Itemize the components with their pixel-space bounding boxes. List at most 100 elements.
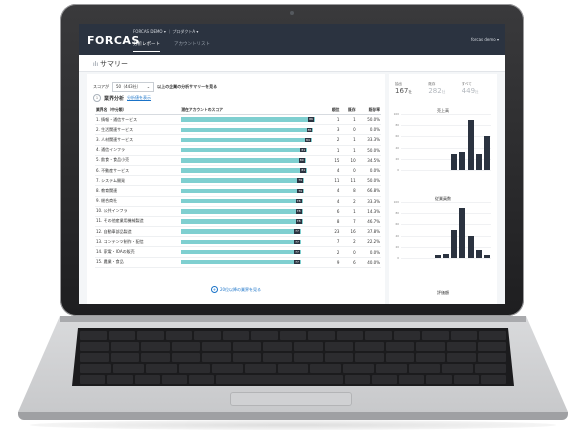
keyboard-key[interactable] <box>399 375 425 384</box>
chart-bar[interactable] <box>459 207 466 258</box>
keyboard-key[interactable] <box>232 342 262 351</box>
keyboard-key[interactable] <box>145 364 177 373</box>
table-row[interactable]: 2. 生活関連サービス 85 3 0 0.0% <box>95 124 381 136</box>
show-values-link[interactable]: 分析値を表示 <box>127 95 151 101</box>
table-row[interactable]: 14. 家電・IOAの販売 77 2 0 0.0% <box>95 246 381 258</box>
keyboard-key[interactable] <box>355 342 384 351</box>
keyboard-key[interactable] <box>202 353 231 362</box>
keyboard-key[interactable] <box>80 342 109 351</box>
keyboard-key[interactable] <box>371 375 397 384</box>
keyboard-key[interactable] <box>422 331 449 340</box>
keyboard-key[interactable] <box>453 375 479 384</box>
chart-bar[interactable] <box>451 230 458 258</box>
keyboard-key[interactable] <box>393 331 421 340</box>
table-row[interactable]: 15. 農業・食品 77 9 6 40.0% <box>95 257 381 268</box>
chart-bar[interactable] <box>443 253 449 258</box>
keyboard-key[interactable] <box>450 331 478 340</box>
app-logo[interactable]: FORCAS <box>87 34 140 47</box>
keyboard-key[interactable] <box>416 353 445 362</box>
chart-bar[interactable] <box>475 249 482 258</box>
keyboard-key[interactable] <box>141 342 170 351</box>
keyboard-key[interactable] <box>216 375 343 384</box>
keyboard-key[interactable] <box>409 364 441 373</box>
chart-bar[interactable] <box>451 154 458 170</box>
keyboard-key[interactable] <box>355 353 384 362</box>
tab-account-list[interactable]: アカウントリスト <box>174 41 210 52</box>
keyboard-key[interactable] <box>165 331 193 340</box>
keyboard-key[interactable] <box>108 331 136 340</box>
table-row[interactable]: 4. 通信インフラ 81 1 1 50.0% <box>95 145 381 156</box>
keyboard-key[interactable] <box>480 375 506 384</box>
keyboard-key[interactable] <box>189 375 215 384</box>
tab-analysis-report[interactable]: 分析レポート <box>133 41 160 52</box>
chart-bar[interactable] <box>483 136 490 170</box>
chart-bar[interactable] <box>467 235 474 258</box>
table-row[interactable]: 13. コンテンツ制作・配信 77 7 2 22.2% <box>95 236 381 248</box>
keyboard-key[interactable] <box>107 375 133 384</box>
keyboard-key[interactable] <box>137 331 164 340</box>
keyboard-key[interactable] <box>263 353 293 362</box>
keyboard-key[interactable] <box>112 364 144 373</box>
keyboard-key[interactable] <box>324 342 354 351</box>
keyboard-key[interactable] <box>171 342 201 351</box>
keyboard-key[interactable] <box>178 364 210 373</box>
keyboard-key[interactable] <box>279 331 307 340</box>
keyboard-key[interactable] <box>310 364 342 373</box>
keyboard-key[interactable] <box>336 331 364 340</box>
col-header-existing[interactable]: 既存 <box>340 105 357 115</box>
keyboard-key[interactable] <box>80 353 109 362</box>
keyboard-key[interactable] <box>442 364 474 373</box>
chart-bar[interactable] <box>483 255 490 258</box>
col-header-rank[interactable]: 順位 <box>322 105 341 115</box>
table-row[interactable]: 8. 教育関連 79 4 8 66.8% <box>95 185 381 197</box>
keyboard-key[interactable] <box>324 353 354 362</box>
keyboard-key[interactable] <box>202 342 231 351</box>
keyboard-key[interactable] <box>446 353 476 362</box>
table-row[interactable]: 1. 情報・通信サービス 86 1 1 50.0% <box>95 114 381 126</box>
keyboard-key[interactable] <box>110 353 140 362</box>
keyboard-key[interactable] <box>244 364 276 373</box>
keyboard-key[interactable] <box>134 375 160 384</box>
keyboard-key[interactable] <box>277 364 309 373</box>
keyboard-key[interactable] <box>446 342 476 351</box>
keyboard-key[interactable] <box>475 364 506 373</box>
show-more-industries[interactable]: +20位以降の業界を見る <box>87 286 385 293</box>
keyboard-key[interactable] <box>479 331 506 340</box>
touchpad[interactable] <box>230 392 352 406</box>
keyboard-key[interactable] <box>80 331 107 340</box>
chart-bar[interactable] <box>467 119 474 170</box>
table-row[interactable]: 5. 飲食・食品小売 80 15 10 34.5% <box>95 155 381 166</box>
keyboard-key[interactable] <box>211 364 243 373</box>
keyboard-key[interactable] <box>80 375 106 384</box>
chart-bar[interactable] <box>459 152 466 170</box>
keyboard-key[interactable] <box>294 353 323 362</box>
keyboard-key[interactable] <box>294 342 323 351</box>
keyboard-key[interactable] <box>222 331 250 340</box>
keyboard-key[interactable] <box>171 353 201 362</box>
keyboard-key[interactable] <box>110 342 140 351</box>
keyboard-key[interactable] <box>385 342 415 351</box>
chart-bar[interactable] <box>475 154 482 170</box>
keyboard-key[interactable] <box>477 342 507 351</box>
table-row[interactable]: 11. その他産業用機械製造 78 8 7 46.7% <box>95 216 381 228</box>
table-row[interactable]: 12. 自動車部品製造 77 23 16 37.8% <box>95 226 381 238</box>
table-row[interactable]: 3. 人材関連サービス 84 2 1 33.3% <box>95 134 381 146</box>
col-header-rate[interactable]: 既存率 <box>356 105 381 115</box>
keyboard-key[interactable] <box>365 331 392 340</box>
keyboard-key[interactable] <box>80 364 111 373</box>
user-menu[interactable]: forcas demo ▾ <box>471 37 499 42</box>
keyboard-key[interactable] <box>343 364 375 373</box>
keyboard-key[interactable] <box>194 331 221 340</box>
keyboard-key[interactable] <box>426 375 452 384</box>
keyboard-key[interactable] <box>376 364 408 373</box>
keyboard-key[interactable] <box>308 331 335 340</box>
score-select[interactable]: 50（443社） ⌄ <box>112 82 155 92</box>
keyboard-key[interactable] <box>263 342 293 351</box>
keyboard-key[interactable] <box>416 342 445 351</box>
keyboard-key[interactable] <box>344 375 370 384</box>
keyboard-key[interactable] <box>161 375 187 384</box>
col-header-score[interactable]: 潜在アカウントのスコア <box>180 105 323 115</box>
chart-bar[interactable] <box>434 255 441 258</box>
breadcrumb[interactable]: FORCAS DEMO ▾ ｜ プロダクトA ▾ <box>133 29 198 35</box>
table-row[interactable]: 10. 公共インフラ 78 6 1 14.3% <box>95 206 381 217</box>
